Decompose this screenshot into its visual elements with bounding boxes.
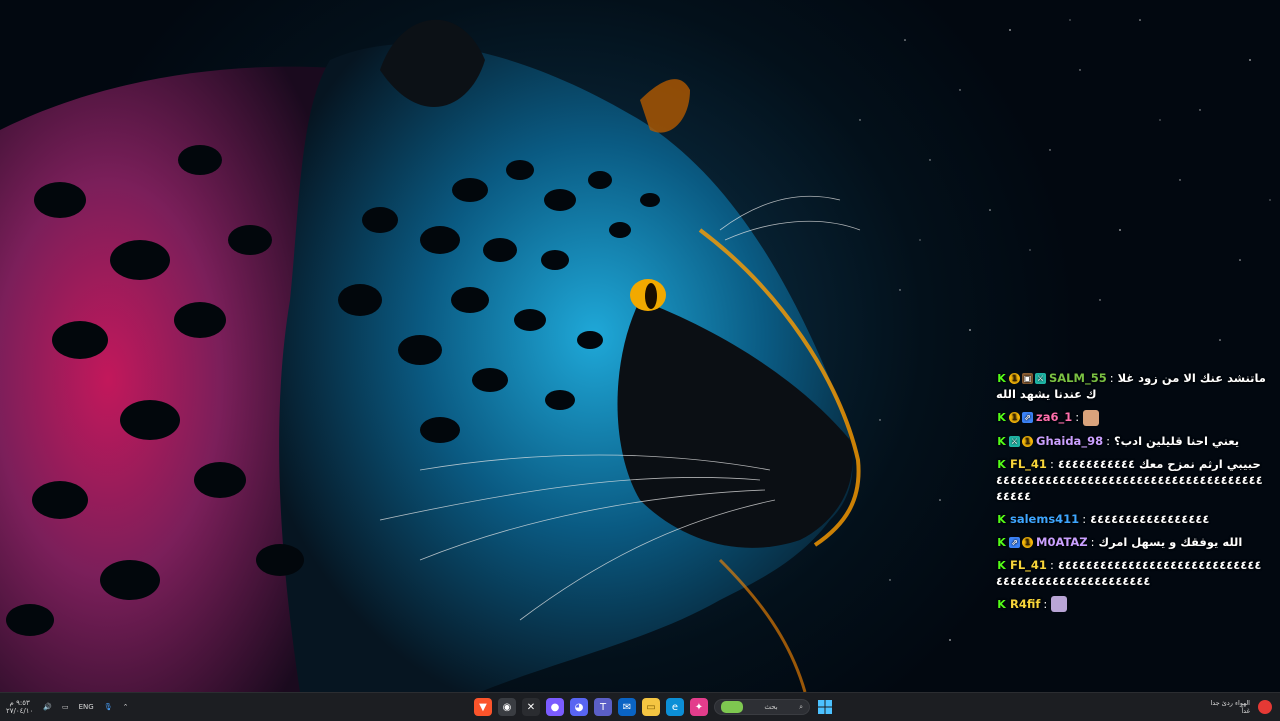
chat-username[interactable]: FL_41 [1010,558,1047,572]
chat-username[interactable]: SALM_55 [1049,371,1107,385]
chat-separator: : [1106,433,1110,448]
chat-badges: K ⚔ 1 [996,434,1033,448]
chat-username[interactable]: FL_41 [1010,457,1047,471]
stream-chat-overlay: K 1 ▣ ⚔ SALM_55: ماتنشد عنك الا من زود غلاك ع… [996,370,1266,619]
chat-badges: K [996,599,1007,610]
chat-separator: : [1082,511,1087,526]
chat-username[interactable]: salems411 [1010,512,1079,526]
language-indicator[interactable]: ENG [79,703,94,711]
air-quality-icon [1258,700,1272,714]
chat-separator: : [1049,456,1054,471]
chat-message: K 1 ▣ ⚔ SALM_55: ماتنشد عنك الا من زود غلاك ع… [996,370,1266,402]
teams-icon[interactable]: T [594,698,612,716]
chat-badges: K [996,459,1007,470]
subscriber-badge-icon: 1 [1009,373,1020,384]
chat-message: K FL_41:٤٤٤٤٤٤٤٤٤٤٤٤٤٤٤٤٤٤٤٤٤٤٤٤٤٤٤٤٤٤٤٤٤… [996,557,1266,589]
copilot-icon[interactable]: ✦ [690,698,708,716]
og-badge-icon: ▣ [1022,373,1033,384]
chat-message: K R4fif: [996,596,1266,612]
chat-emote-icon [1083,409,1100,426]
chat-separator: : [1075,410,1080,424]
chat-message-text: ٤٤٤٤٤٤٤٤٤٤٤٤٤٤٤٤٤ [1090,511,1210,526]
chat-message: K 1 ⇗ za6_1: [996,409,1266,426]
windows-start-icon[interactable] [816,698,834,716]
search-icon: ⌕ [799,702,803,711]
weather-subtext: غداً [1241,707,1250,715]
subscriber-badge-icon: 1 [1009,412,1020,423]
edge-icon[interactable]: e [666,698,684,716]
kick-badge-icon: K [997,512,1006,526]
kick-badge-icon: K [997,597,1006,611]
chat-separator: : [1109,371,1114,385]
chat-username[interactable]: R4fif [1010,597,1040,611]
kick-badge-icon: K [997,535,1006,549]
taskbar: ٩:٥٣ م ٢٧/٠٤/١٠ 🔊 ▭ ENG 🎙 ⌃ ▼ ◉ ✕ ● ◕ T … [0,692,1280,721]
obs-icon[interactable]: ◉ [498,698,516,716]
chat-username[interactable]: Ghaida_98 [1036,434,1103,448]
search-placeholder: بحث [764,703,778,711]
network-icon[interactable]: ▭ [62,703,69,711]
kick-badge-icon: K [997,411,1006,424]
taskbar-apps: ▼ ◉ ✕ ● ◕ T ✉ ▭ e ✦ بحث ⌕ [474,693,834,721]
volume-icon[interactable]: 🔊 [43,703,52,711]
outlook-icon[interactable]: ✉ [618,698,636,716]
chat-badges: K 1 ▣ ⚔ [996,373,1046,384]
chat-badges: K 1 ⇗ [996,412,1033,423]
subscriber-badge-icon: 1 [1022,536,1033,548]
discord-icon[interactable]: ◕ [570,698,588,716]
chat-separator: : [1043,596,1048,611]
moderator-badge-icon: ⚔ [1035,373,1046,384]
chat-emote-icon [1051,596,1068,612]
kick-badge-icon: K [997,372,1006,385]
chat-message-text: الله يوفقك و يسهل امرك [1098,534,1243,549]
chat-badges: K [996,560,1007,571]
gift-badge-icon: ⇗ [1009,536,1020,548]
chat-message: K ⚔ 1 Ghaida_98: يعني احنا قليلين ادب؟ [996,433,1266,449]
taskbar-search[interactable]: بحث ⌕ [714,699,810,715]
clock[interactable]: ٩:٥٣ م ٢٧/٠٤/١٠ [6,699,33,715]
chat-separator: : [1090,534,1095,549]
clock-date: ٢٧/٠٤/١٠ [6,707,34,715]
system-tray: ٩:٥٣ م ٢٧/٠٤/١٠ 🔊 ▭ ENG 🎙 ⌃ [6,693,128,721]
chat-message-text: يعني احنا قليلين ادب؟ [1113,433,1240,448]
gift-badge-icon: ⇗ [1022,412,1033,423]
weather-text: الهواء ردئ جدا [1210,699,1251,707]
subscriber-badge-icon: 1 [1022,435,1033,447]
kick-badge-icon: K [997,434,1006,448]
chat-message: K FL_41: حبيبي ارثم نمزح معك ٤٤٤٤٤٤٤٤٤٤٤٤٤… [996,456,1266,504]
moderator-badge-icon: ⚔ [1009,435,1020,447]
file-explorer-icon[interactable]: ▭ [642,698,660,716]
search-art-icon [721,701,743,713]
messenger-icon[interactable]: ● [546,698,564,716]
brave-browser-icon[interactable]: ▼ [474,698,492,716]
weather-widget[interactable]: الهواء ردئ جدا غداً [1210,693,1272,721]
chat-badges: K ⇗ 1 [996,535,1033,549]
chevron-up-icon[interactable]: ⌃ [123,703,129,711]
capcut-icon[interactable]: ✕ [522,698,540,716]
chat-message: Ksalems411:٤٤٤٤٤٤٤٤٤٤٤٤٤٤٤٤٤ [996,511,1266,527]
desktop-wallpaper: K 1 ▣ ⚔ SALM_55: ماتنشد عنك الا من زود غلاك ع… [0,0,1280,692]
chat-badges: K [996,514,1007,525]
chat-separator: : [1049,557,1054,572]
clock-time: ٩:٥٣ م [9,699,30,707]
chat-message: K ⇗ 1 M0ATAZ: الله يوفقك و يسهل امرك [996,534,1266,550]
microphone-icon[interactable]: 🎙 [104,703,113,711]
kick-badge-icon: K [997,457,1006,471]
chat-username[interactable]: za6_1 [1036,410,1072,424]
jaguar-illustration [0,19,861,692]
kick-badge-icon: K [997,558,1006,572]
chat-username[interactable]: M0ATAZ [1036,535,1088,549]
